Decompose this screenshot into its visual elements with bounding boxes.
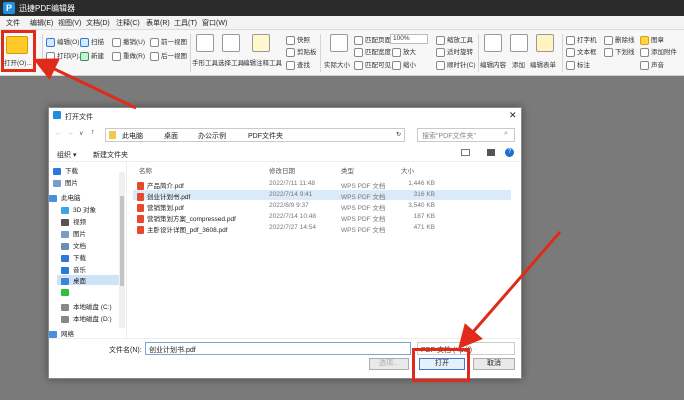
callout-arrows	[33, 58, 562, 350]
arrow-to-open-tool	[33, 58, 137, 110]
arrow-to-open-button	[458, 231, 562, 350]
